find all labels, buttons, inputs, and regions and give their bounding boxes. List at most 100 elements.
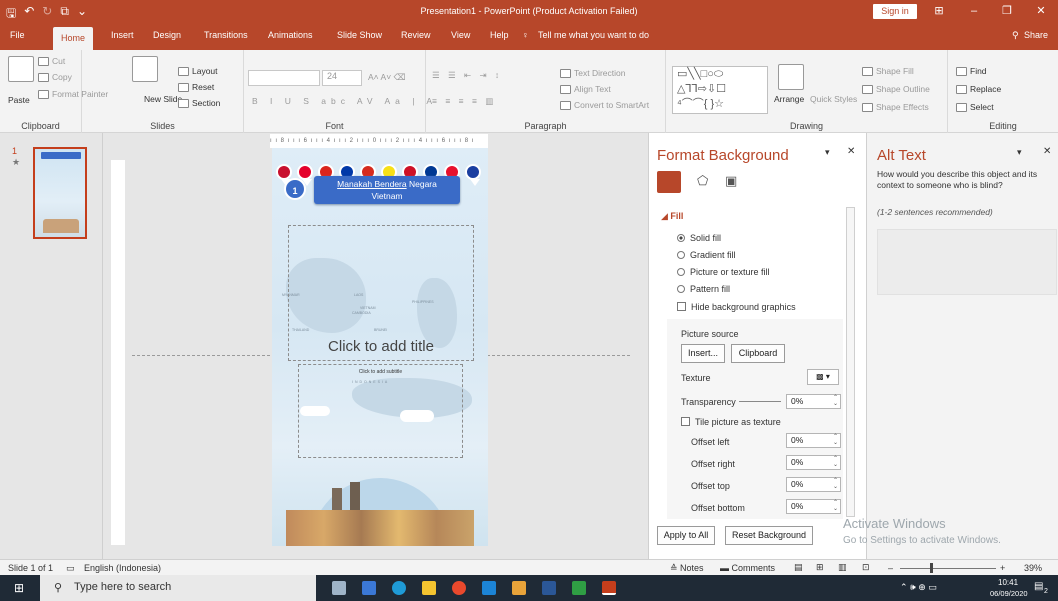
tab-slide-show[interactable]: Slide Show: [337, 30, 382, 40]
hide-background-checkbox[interactable]: Hide background graphics: [677, 302, 796, 312]
shape-outline-button[interactable]: Shape Outline: [862, 84, 930, 95]
texture-picker[interactable]: ▩ ▾: [807, 369, 839, 385]
zoom-thumb[interactable]: [930, 563, 933, 573]
align-text-button[interactable]: Align Text: [560, 84, 611, 95]
insert-button[interactable]: Insert...: [681, 344, 725, 363]
word-icon[interactable]: [542, 581, 556, 595]
offset-top-input[interactable]: 0%: [786, 477, 841, 492]
offset-right-input[interactable]: 0%: [786, 455, 841, 470]
tab-design[interactable]: Design: [153, 30, 181, 40]
new-slide-icon[interactable]: [132, 56, 158, 82]
tab-view[interactable]: View: [451, 30, 470, 40]
quick-styles-button[interactable]: Quick Styles: [810, 94, 857, 104]
edge-icon[interactable]: [392, 581, 406, 595]
tab-review[interactable]: Review: [401, 30, 431, 40]
tile-checkbox[interactable]: Tile picture as texture: [681, 417, 781, 427]
normal-view-icon[interactable]: ▤: [794, 562, 803, 573]
zoom-out-icon[interactable]: –: [888, 563, 893, 573]
powerpoint-icon[interactable]: [602, 581, 616, 595]
slide-sorter-icon[interactable]: ⊞: [816, 562, 824, 573]
mail-icon[interactable]: [482, 581, 496, 595]
pattern-fill-radio[interactable]: Pattern fill: [677, 284, 730, 294]
tab-insert[interactable]: Insert: [111, 30, 134, 40]
transparency-slider[interactable]: [739, 401, 781, 402]
layout-button[interactable]: Layout: [178, 66, 218, 77]
file-explorer-icon[interactable]: [422, 581, 436, 595]
reading-view-icon[interactable]: ▥: [838, 562, 847, 573]
alt-text-input[interactable]: [877, 229, 1057, 295]
tell-me-box[interactable]: Tell me what you want to do: [538, 30, 649, 40]
cut-button[interactable]: Cut: [38, 56, 65, 67]
find-button[interactable]: Find: [956, 66, 987, 77]
zoom-slider[interactable]: [900, 568, 996, 569]
tab-help[interactable]: Help: [490, 30, 509, 40]
subtitle-placeholder-box[interactable]: [298, 364, 463, 458]
copy-button[interactable]: Copy: [38, 72, 72, 83]
clock-time[interactable]: 10:41: [998, 578, 1018, 587]
slide-thumbnail[interactable]: [33, 147, 87, 239]
offset-left-input[interactable]: 0%: [786, 433, 841, 448]
alt-close-icon[interactable]: ✕: [1043, 146, 1051, 157]
paste-button[interactable]: Paste: [8, 95, 30, 105]
grow-font-icon[interactable]: A˄ A˅ ⌫: [368, 72, 406, 83]
align-icons[interactable]: ≡ ≡ ≡ ≡ ▥: [432, 96, 496, 107]
pane-scrollbar[interactable]: [846, 207, 855, 517]
offset-bottom-input[interactable]: 0%: [786, 499, 841, 514]
minimize-button[interactable]: –: [960, 2, 988, 20]
font-name-combo[interactable]: [248, 70, 320, 86]
close-pane-icon[interactable]: ✕: [847, 146, 855, 157]
picture-fill-radio[interactable]: Picture or texture fill: [677, 267, 770, 277]
reset-button[interactable]: Reset: [178, 82, 214, 93]
restore-button[interactable]: ❐: [993, 2, 1021, 20]
zoom-level[interactable]: 39%: [1024, 563, 1042, 573]
fill-section-header[interactable]: ◢ Fill: [661, 211, 683, 222]
task-view-icon[interactable]: [332, 581, 346, 595]
shape-effects-button[interactable]: Shape Effects: [862, 102, 929, 113]
excel-icon[interactable]: [572, 581, 586, 595]
sticky-notes-icon[interactable]: [512, 581, 526, 595]
slide[interactable]: MYANMAR LAOS VIETNAM PHILIPPINES CAMBODI…: [272, 148, 488, 546]
notification-icon[interactable]: ▤: [1034, 581, 1043, 592]
windows-start-icon[interactable]: ⊞: [14, 581, 24, 595]
fill-tab-icon[interactable]: [657, 171, 681, 193]
subtitle-placeholder[interactable]: Click to add subtitle: [298, 369, 463, 375]
transparency-input[interactable]: 0%: [786, 394, 841, 409]
reset-background-button[interactable]: Reset Background: [725, 526, 813, 545]
slideshow-view-icon[interactable]: ⊡: [862, 562, 870, 573]
shape-fill-button[interactable]: Shape Fill: [862, 66, 914, 77]
system-tray-icons[interactable]: ⌃ 🕪 ⊕ ▭: [900, 582, 937, 593]
share-button[interactable]: Share: [1024, 30, 1048, 40]
clock-date[interactable]: 06/09/2020: [990, 589, 1028, 598]
select-button[interactable]: Select: [956, 102, 994, 113]
paste-icon[interactable]: [8, 56, 34, 82]
convert-smartart-button[interactable]: Convert to SmartArt: [560, 100, 649, 111]
new-slide-button[interactable]: New Slide: [144, 94, 182, 104]
zoom-in-icon[interactable]: +: [1000, 563, 1005, 573]
clipboard-button[interactable]: Clipboard: [731, 344, 785, 363]
tab-file[interactable]: File: [10, 30, 25, 40]
arrange-button[interactable]: Arrange: [774, 94, 804, 104]
spellcheck-icon[interactable]: ▭: [66, 563, 75, 574]
font-format-icons[interactable]: B I U S abc AV Aa | A: [252, 96, 437, 106]
effects-tab-icon[interactable]: ⬠: [697, 173, 708, 189]
store-icon[interactable]: [362, 581, 376, 595]
text-direction-button[interactable]: Text Direction: [560, 68, 626, 79]
section-button[interactable]: Section: [178, 98, 220, 109]
close-button[interactable]: ✕: [1027, 2, 1055, 20]
pane-options-icon[interactable]: ▾: [825, 147, 830, 158]
apply-to-all-button[interactable]: Apply to All: [657, 526, 715, 545]
taskbar-search-box[interactable]: Type here to search: [40, 575, 316, 601]
list-icons[interactable]: ☰ ☰ ⇤ ⇥ ↕: [432, 70, 502, 81]
arrange-icon[interactable]: [778, 64, 804, 90]
tab-transitions[interactable]: Transitions: [204, 30, 248, 40]
replace-button[interactable]: Replace: [956, 84, 1001, 95]
sign-in-button[interactable]: Sign in: [873, 4, 917, 19]
tab-animations[interactable]: Animations: [268, 30, 313, 40]
gradient-fill-radio[interactable]: Gradient fill: [677, 250, 736, 260]
solid-fill-radio[interactable]: Solid fill: [677, 233, 721, 243]
alt-pane-options-icon[interactable]: ▾: [1017, 147, 1022, 158]
notes-button[interactable]: ≙ Notes: [670, 563, 704, 574]
comments-button[interactable]: ▬ Comments: [720, 563, 775, 573]
chrome-icon[interactable]: [452, 581, 466, 595]
shapes-gallery[interactable]: ▭╲╲□○⬭ △⅂⅂⇨⇩☐ ⁴⌒⌒{ }☆: [672, 66, 768, 114]
